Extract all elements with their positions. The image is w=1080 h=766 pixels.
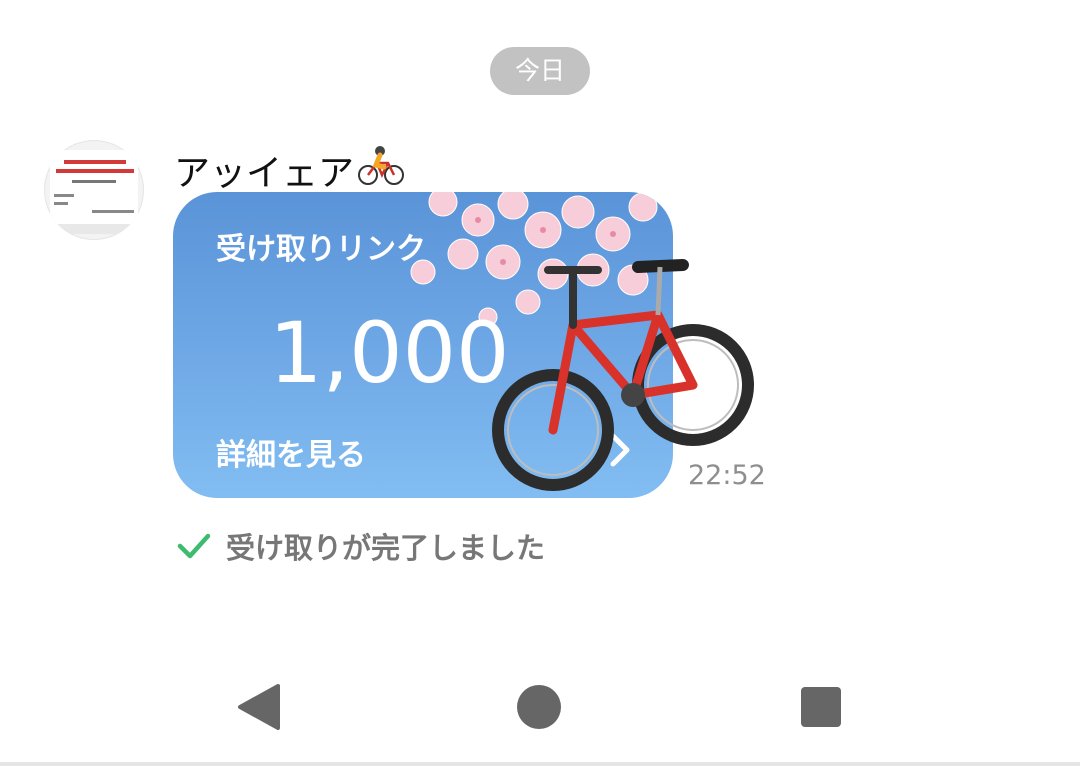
chat-screen: 今日 アッイェア 受け取りリンク 1,000 詳細を見る 22:52 受け取りが… bbox=[0, 0, 1080, 766]
cyclist-emoji-icon bbox=[358, 143, 405, 196]
avatar-image bbox=[50, 150, 138, 234]
system-navigation-bar bbox=[0, 660, 1080, 752]
receipt-status: 受け取りが完了しました bbox=[176, 525, 545, 567]
card-amount: 1,000 bbox=[269, 304, 510, 402]
bottom-divider bbox=[0, 762, 1080, 766]
sender-name-text: アッイェア bbox=[174, 152, 355, 194]
check-icon bbox=[177, 533, 211, 559]
recents-square-icon[interactable] bbox=[796, 682, 846, 732]
back-triangle-icon[interactable] bbox=[234, 682, 284, 732]
details-link[interactable]: 詳細を見る bbox=[216, 430, 366, 474]
card-title: 受け取りリンク bbox=[216, 232, 426, 267]
home-circle-icon[interactable] bbox=[514, 682, 564, 732]
date-separator: 今日 bbox=[490, 47, 590, 95]
sender-name: アッイェア bbox=[174, 143, 405, 196]
status-text: 受け取りが完了しました bbox=[226, 531, 546, 565]
bicycle-sticker-icon bbox=[492, 259, 754, 491]
sender-avatar[interactable] bbox=[44, 140, 144, 240]
